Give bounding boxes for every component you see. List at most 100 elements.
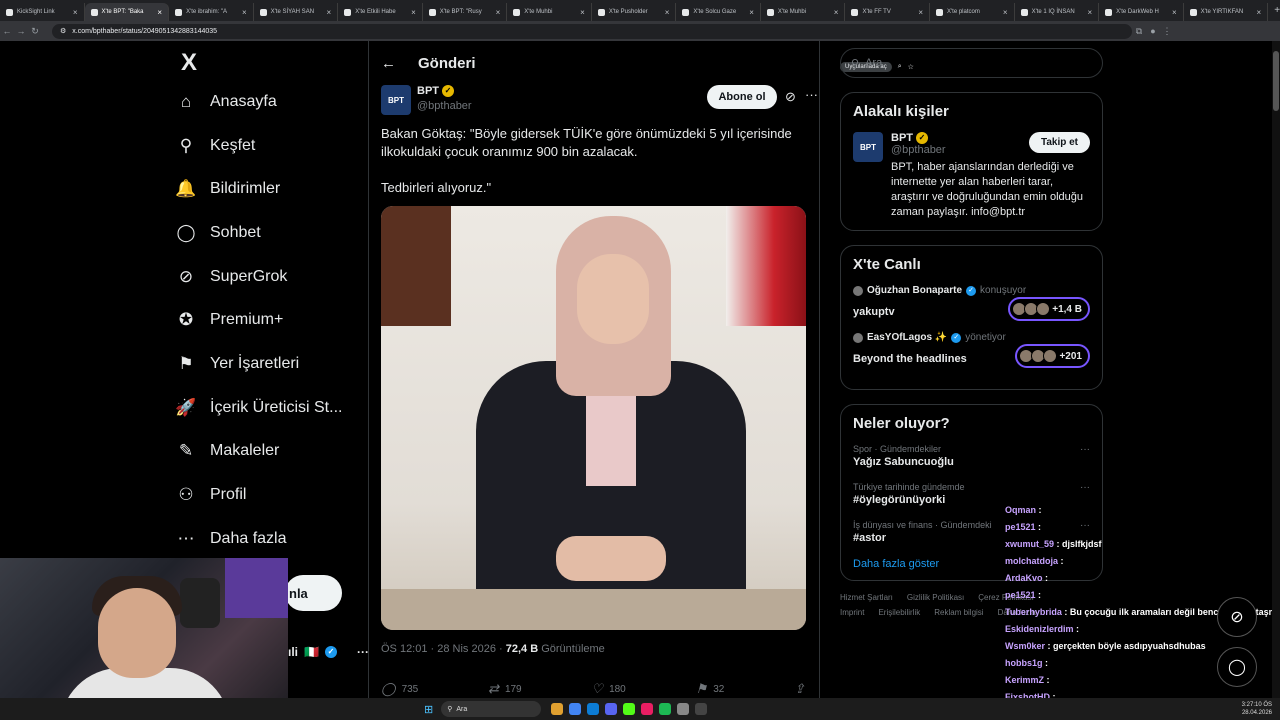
app-icon[interactable] <box>695 703 708 715</box>
browser-tab[interactable]: X'te platcom × <box>930 3 1015 21</box>
close-tab-icon[interactable]: × <box>411 8 416 17</box>
avatar[interactable]: BPT <box>381 85 411 115</box>
nav-item-profile[interactable]: ⚇ Profil <box>170 473 360 517</box>
browser-tab[interactable]: X'te Muhbi × <box>761 3 846 21</box>
close-tab-icon[interactable]: × <box>157 8 162 17</box>
footer-link[interactable]: Gizlilik Politikası <box>907 593 964 602</box>
browser-tab[interactable]: X'te Pusholder × <box>592 3 677 21</box>
browser-tab[interactable]: X'te FF TV × <box>845 3 931 21</box>
browser-tab[interactable]: X'te Etkili Habe × <box>338 3 423 21</box>
extensions-icon[interactable]: ⧉ <box>1132 26 1146 37</box>
close-tab-icon[interactable]: × <box>749 8 754 17</box>
nav-item-rocket[interactable]: 🚀 İçerik Üreticisi St... <box>170 386 360 430</box>
subscribe-button[interactable]: Abone ol <box>707 85 777 109</box>
live-space-item[interactable]: EasYOfLagos ✨ ✓ yönetiyor Beyond the headli… <box>853 332 1090 368</box>
close-tab-icon[interactable]: × <box>327 8 332 17</box>
close-tab-icon[interactable]: × <box>1172 8 1177 17</box>
messages-float-button[interactable]: ◯ <box>1217 647 1257 687</box>
new-tab-icon[interactable]: + <box>1274 5 1280 16</box>
close-tab-icon[interactable]: × <box>496 8 501 17</box>
back-arrow-icon[interactable]: ← <box>381 55 396 72</box>
browser-tab[interactable]: X'te 1 IQ İNSAN × <box>1015 3 1100 21</box>
footer-link[interactable]: Hizmet Şartları <box>840 593 893 602</box>
nav-item-grok[interactable]: ⊘ SuperGrok <box>170 255 360 299</box>
browser-tab[interactable]: X'te BPT: "Rusy × <box>423 3 508 21</box>
browser-tab[interactable]: X'te DarkWeb H × <box>1099 3 1184 21</box>
profile-avatar-icon[interactable]: ● <box>1146 26 1160 36</box>
site-info-icon[interactable]: ⚙ <box>60 27 66 35</box>
close-tab-icon[interactable]: × <box>1003 8 1008 17</box>
x-logo[interactable]: X <box>172 46 206 80</box>
scrollbar-thumb[interactable] <box>1273 51 1279 111</box>
bookmark-button[interactable]: ⚑ 32 <box>696 681 725 697</box>
share-button[interactable]: ⇪ <box>794 681 805 697</box>
windows-start-icon[interactable]: ⊞ <box>424 703 433 716</box>
more-options-icon[interactable]: ··· <box>805 87 818 102</box>
nav-item-bell[interactable]: 🔔 Bildirimler <box>170 167 360 211</box>
grok-icon[interactable]: ⊘ <box>785 89 796 105</box>
like-button[interactable]: ♡ 180 <box>591 681 625 697</box>
close-tab-icon[interactable]: × <box>1257 8 1262 17</box>
related-person[interactable]: BPT BPT ✓ @bpthaber BPT, haber ajansların… <box>853 132 1090 220</box>
reload-icon[interactable]: ↻ <box>28 26 42 37</box>
follow-button[interactable]: Takip et <box>1028 132 1090 153</box>
menu-icon[interactable]: ⋮ <box>1160 26 1174 37</box>
browser-tab[interactable]: X'te SİYAH SAN × <box>254 3 339 21</box>
chrome-icon[interactable] <box>569 703 582 715</box>
app-icon[interactable] <box>641 703 654 715</box>
edge-icon[interactable] <box>587 703 600 715</box>
chat-username: hobbs1g <box>1005 658 1043 668</box>
footer-link[interactable]: Erişilebilirlik <box>878 608 920 617</box>
close-tab-icon[interactable]: × <box>665 8 670 17</box>
nav-item-home[interactable]: ⌂ Anasayfa <box>170 80 360 124</box>
post-image[interactable] <box>381 206 806 630</box>
system-clock[interactable]: 3:27:10 ÖS 28.04.2026 <box>1242 701 1272 717</box>
repost-button[interactable]: ⇄ 179 <box>488 681 522 697</box>
live-listener-badge[interactable]: +1,4 B <box>1008 297 1090 321</box>
close-tab-icon[interactable]: × <box>1087 8 1092 17</box>
obs-icon[interactable] <box>677 703 690 715</box>
close-tab-icon[interactable]: × <box>834 8 839 17</box>
reply-button[interactable]: ◯ 735 <box>381 681 418 697</box>
author-name[interactable]: BPT ✓ <box>417 85 454 97</box>
back-icon[interactable]: ← <box>0 26 14 36</box>
close-tab-icon[interactable]: × <box>242 8 247 17</box>
close-tab-icon[interactable]: × <box>73 8 78 17</box>
browser-tab[interactable]: X'te Solcu Gaze × <box>676 3 761 21</box>
nav-item-more[interactable]: ⋯ Daha fazla <box>170 517 360 561</box>
close-tab-icon[interactable]: × <box>918 8 923 17</box>
kick-icon[interactable] <box>623 703 636 715</box>
search-input[interactable]: ⚲ Ara <box>840 48 1103 78</box>
address-bar[interactable]: ⚙ x.com/bpthaber/status/2049051342883144… <box>52 23 1132 72</box>
post-button[interactable]: nla <box>285 575 342 611</box>
scrollbar[interactable] <box>1272 41 1280 720</box>
nav-item-premium[interactable]: ✪ Premium+ <box>170 298 360 342</box>
browser-tab[interactable]: X'te ibrahim: "A × <box>169 3 254 21</box>
close-tab-icon[interactable]: × <box>580 8 585 17</box>
avatar[interactable]: BPT <box>853 132 883 162</box>
nav-item-chat[interactable]: ◯ Sohbet <box>170 211 360 255</box>
more-options-icon[interactable]: ··· <box>1080 482 1090 493</box>
taskbar-search[interactable]: ⚲ Ara <box>441 701 542 717</box>
trend-item[interactable]: Spor · Gündemdekiler Yağız Sabuncuoğlu ··· <box>853 444 1090 468</box>
live-listener-badge[interactable]: +201 <box>1015 344 1090 368</box>
browser-tab[interactable]: KickSight Link × <box>0 3 85 21</box>
browser-tab[interactable]: X'te YIRTIKFAN × <box>1184 3 1269 21</box>
grok-float-button[interactable]: ⊘ <box>1217 597 1257 637</box>
discord-icon[interactable] <box>605 703 618 715</box>
nav-item-article[interactable]: ✎ Makaleler <box>170 430 360 474</box>
footer-link[interactable]: Imprint <box>840 608 864 617</box>
spotify-icon[interactable] <box>659 703 672 715</box>
more-options-icon[interactable]: ··· <box>1080 444 1090 455</box>
footer-link[interactable]: Reklam bilgisi <box>934 608 983 617</box>
live-space-item[interactable]: Oğuzhan Bonaparte ✓ konuşuyor yakuptv +1,4 B <box>853 285 1090 321</box>
forward-icon[interactable]: → <box>14 26 28 36</box>
browser-tab[interactable]: X'te BPT: "Baka × <box>84 3 170 21</box>
browser-tab[interactable]: X'te Muhbi × <box>507 3 592 21</box>
nav-item-search[interactable]: ⚲ Keşfet <box>170 124 360 168</box>
author-handle[interactable]: @bpthaber <box>417 100 472 112</box>
account-switcher[interactable]: ıli 🇮🇹 ✓ ··· <box>288 645 369 659</box>
nav-item-bookmark[interactable]: ⚑ Yer İşaretleri <box>170 342 360 386</box>
folder-icon[interactable] <box>551 703 564 715</box>
post-time[interactable]: ÖS 12:01 · 28 Nis 2026 · <box>381 643 506 655</box>
